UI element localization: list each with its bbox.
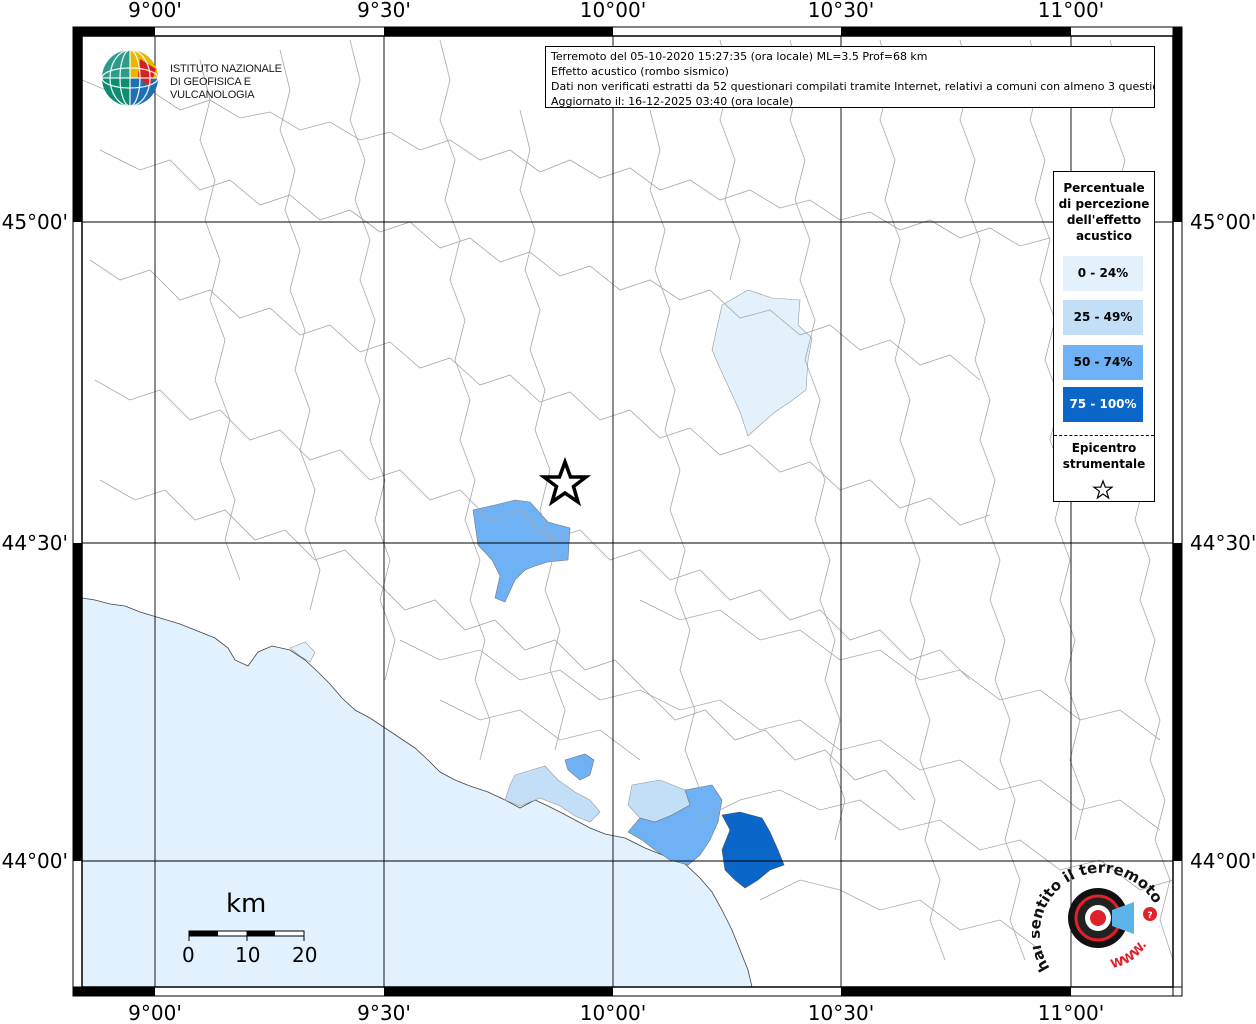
lon-label-top-2: 10°00' bbox=[580, 0, 646, 22]
svg-text:?: ? bbox=[1147, 911, 1152, 921]
lat-label-left-1: 44°30' bbox=[2, 531, 68, 555]
event-info-line1: Terremoto del 05-10-2020 15:27:35 (ora l… bbox=[551, 50, 928, 63]
legend-title: Percentuale di percezione dell'effetto a… bbox=[1054, 180, 1154, 244]
lon-label-top-3: 10°30' bbox=[808, 0, 874, 22]
epicenter-star-icon bbox=[1092, 479, 1114, 500]
ingv-logo: ISTITUTO NAZIONALE DI GEOFISICA E VULCAN… bbox=[100, 47, 320, 109]
legend-epicenter-label: Epicentro strumentale bbox=[1054, 440, 1154, 472]
lon-label-bottom-0: 9°00' bbox=[128, 1001, 182, 1024]
legend-title-line4: acustico bbox=[1075, 229, 1133, 243]
ingv-name-line1: ISTITUTO NAZIONALE bbox=[170, 63, 282, 75]
lat-label-left-2: 44°00' bbox=[2, 849, 68, 873]
lon-label-top-0: 9°00' bbox=[128, 0, 182, 22]
legend-item-25-49: 25 - 49% bbox=[1063, 300, 1143, 335]
lon-label-bottom-4: 11°00' bbox=[1038, 1001, 1104, 1024]
lon-label-bottom-1: 9°30' bbox=[357, 1001, 411, 1024]
legend-epicenter-line1: Epicentro bbox=[1071, 441, 1137, 455]
lat-label-right-0: 45°00' bbox=[1190, 210, 1256, 234]
hai-sentito-logo-icon: ? hai sentito il terremoto.it WWW. bbox=[1026, 836, 1167, 975]
lat-label-right-2: 44°00' bbox=[1190, 849, 1256, 873]
hai-sentito-logo-url: WWW. bbox=[1109, 938, 1149, 971]
event-info-box: Terremoto del 05-10-2020 15:27:35 (ora l… bbox=[545, 46, 1155, 108]
legend-item-75-100: 75 - 100% bbox=[1063, 387, 1143, 422]
scale-label-0: 0 bbox=[182, 943, 195, 967]
lat-label-left-0: 45°00' bbox=[2, 210, 68, 234]
scale-label-10: 10 bbox=[235, 943, 261, 967]
legend-divider bbox=[1054, 435, 1154, 436]
event-info-line3: Dati non verificati estratti da 52 quest… bbox=[551, 80, 1155, 93]
legend: Percentuale di percezione dell'effetto a… bbox=[1053, 171, 1155, 502]
lon-label-bottom-3: 10°30' bbox=[808, 1001, 874, 1024]
lon-label-top-1: 9°30' bbox=[357, 0, 411, 22]
scale-label-20: 20 bbox=[292, 943, 318, 967]
globe-icon bbox=[101, 49, 159, 107]
event-info-line2: Effetto acustico (rombo sismico) bbox=[551, 65, 729, 78]
hai-sentito-logo: ? hai sentito il terremoto.it WWW. bbox=[1026, 836, 1172, 980]
lat-label-right-1: 44°30' bbox=[1190, 531, 1256, 555]
legend-title-line1: Percentuale bbox=[1063, 181, 1145, 195]
event-info-line4: Aggiornato il: 16-12-2025 03:40 (ora loc… bbox=[551, 95, 794, 108]
ingv-name: ISTITUTO NAZIONALE DI GEOFISICA E VULCAN… bbox=[170, 63, 320, 102]
legend-title-line2: di percezione bbox=[1058, 197, 1150, 211]
lon-label-top-4: 11°00' bbox=[1038, 0, 1104, 22]
legend-title-line3: dell'effetto bbox=[1066, 213, 1142, 227]
lon-label-bottom-2: 10°00' bbox=[580, 1001, 646, 1024]
legend-epicenter-line2: strumentale bbox=[1062, 457, 1146, 471]
ingv-name-line2: DI GEOFISICA E VULCANOLOGIA bbox=[170, 76, 255, 101]
legend-item-50-74: 50 - 74% bbox=[1063, 345, 1143, 380]
legend-item-0-24: 0 - 24% bbox=[1063, 256, 1143, 291]
scale-unit: km bbox=[226, 889, 267, 919]
